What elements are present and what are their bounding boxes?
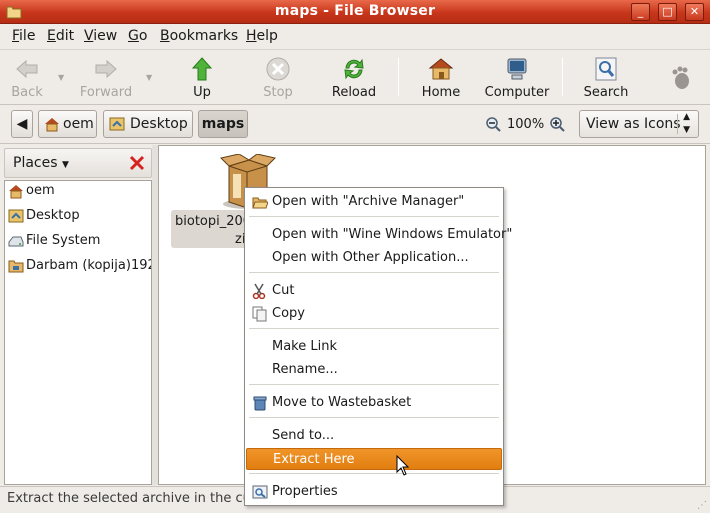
menu-file[interactable]: File: [12, 28, 35, 44]
menu-send-to[interactable]: Send to...: [246, 425, 502, 447]
sidebar-header: Places ▼: [4, 148, 152, 178]
places-list: oem Desktop File System Darbam (kopija)1…: [4, 180, 152, 485]
minimize-button[interactable]: _: [631, 3, 650, 21]
home-button[interactable]: Home: [416, 50, 466, 104]
menu-separator: [249, 328, 499, 329]
computer-icon: [507, 58, 527, 80]
toolbar: Back ▼ Forward ▼ Up Stop Reload Home Com…: [0, 49, 710, 105]
desktop-icon: [8, 209, 24, 223]
updown-arrows-icon: ▲ ▼: [683, 112, 690, 135]
menu-open-with-other[interactable]: Open with Other Application...: [246, 247, 502, 269]
path-button-desktop[interactable]: Desktop: [103, 110, 193, 138]
scissors-icon: [252, 283, 266, 299]
home-folder-icon: [9, 185, 23, 199]
close-sidebar-icon[interactable]: [129, 155, 145, 171]
menu-move-to-wastebasket[interactable]: Move to Wastebasket: [246, 392, 502, 414]
search-icon: [595, 57, 617, 81]
menu-go[interactable]: Go: [128, 28, 147, 44]
network-folder-icon: [8, 260, 24, 273]
title-bar[interactable]: maps - File Browser _ □ ✕: [0, 0, 710, 24]
forward-arrow-icon: [95, 59, 117, 79]
chevron-left-icon: ◀: [16, 116, 28, 132]
menu-rename[interactable]: Rename...: [246, 359, 502, 381]
menu-separator: [249, 417, 499, 418]
sidebar: Places ▼ oem Desktop File System Darbam …: [0, 145, 157, 485]
back-history-arrow[interactable]: ▼: [58, 73, 64, 82]
search-button[interactable]: Search: [580, 50, 632, 104]
forward-button[interactable]: Forward: [78, 50, 134, 104]
menu-bar: File Edit View Go Bookmarks Help: [0, 25, 710, 48]
trash-icon: [253, 396, 267, 411]
menu-separator: [249, 473, 499, 474]
status-text: Extract the selected archive in the cu: [7, 491, 251, 506]
view-mode-select[interactable]: View as Icons ▲ ▼: [579, 110, 699, 138]
menu-make-link[interactable]: Make Link: [246, 336, 502, 358]
up-button[interactable]: Up: [180, 50, 224, 104]
properties-icon: [252, 485, 268, 499]
menu-properties[interactable]: Properties: [246, 481, 502, 503]
close-window-button[interactable]: ✕: [685, 3, 704, 21]
maximize-button[interactable]: □: [658, 3, 677, 21]
zoom-in-icon[interactable]: [549, 116, 565, 132]
zoom-level[interactable]: 100%: [507, 117, 544, 132]
location-bar: ◀ oem Desktop maps 100% View as Icons ▲ ▼: [0, 106, 710, 144]
computer-button[interactable]: Computer: [482, 50, 552, 104]
path-button-maps[interactable]: maps: [198, 110, 248, 138]
drive-icon: [8, 236, 24, 247]
menu-separator: [249, 216, 499, 217]
forward-history-arrow[interactable]: ▼: [146, 73, 152, 82]
window-title: maps - File Browser: [274, 3, 436, 19]
menu-separator: [249, 384, 499, 385]
reload-icon: [344, 58, 364, 80]
menu-extract-here[interactable]: Extract Here: [246, 448, 502, 470]
back-button[interactable]: Back: [4, 50, 50, 104]
zoom-out-icon[interactable]: [485, 116, 501, 132]
file-name-line1: biotopi_200: [175, 214, 252, 229]
menu-separator: [249, 272, 499, 273]
menu-copy[interactable]: Copy: [246, 303, 502, 325]
toolbar-separator: [562, 58, 563, 96]
menu-open-with-wine[interactable]: Open with "Wine Windows Emulator": [246, 224, 512, 246]
dropdown-arrow-icon: ▼: [61, 160, 69, 170]
mouse-cursor-icon: [396, 455, 410, 476]
resize-grip-icon[interactable]: ⋰: [697, 500, 707, 511]
path-button-oem[interactable]: oem: [38, 110, 97, 138]
menu-bookmarks[interactable]: Bookmarks: [160, 28, 238, 44]
menu-open-with-archive-manager[interactable]: Open with "Archive Manager": [246, 191, 502, 213]
toolbar-separator: [398, 58, 399, 96]
home-icon: [428, 58, 454, 80]
path-scroll-left-button[interactable]: ◀: [11, 110, 33, 138]
folder-open-icon: [252, 197, 268, 209]
desktop-icon: [109, 117, 125, 131]
copy-icon: [252, 306, 267, 322]
stop-icon: [266, 57, 290, 81]
context-menu: Open with "Archive Manager" Open with "W…: [244, 187, 512, 506]
menu-help[interactable]: Help: [246, 28, 278, 44]
menu-view[interactable]: View: [84, 28, 117, 44]
up-arrow-icon: [191, 57, 213, 81]
places-dropdown[interactable]: Places ▼: [13, 155, 69, 171]
back-arrow-icon: [16, 59, 38, 79]
gnome-foot-icon: [672, 66, 689, 89]
reload-button[interactable]: Reload: [328, 50, 380, 104]
home-folder-icon: [45, 118, 59, 132]
stop-button[interactable]: Stop: [256, 50, 300, 104]
menu-cut[interactable]: Cut: [246, 280, 502, 302]
menu-edit[interactable]: Edit: [47, 28, 74, 44]
